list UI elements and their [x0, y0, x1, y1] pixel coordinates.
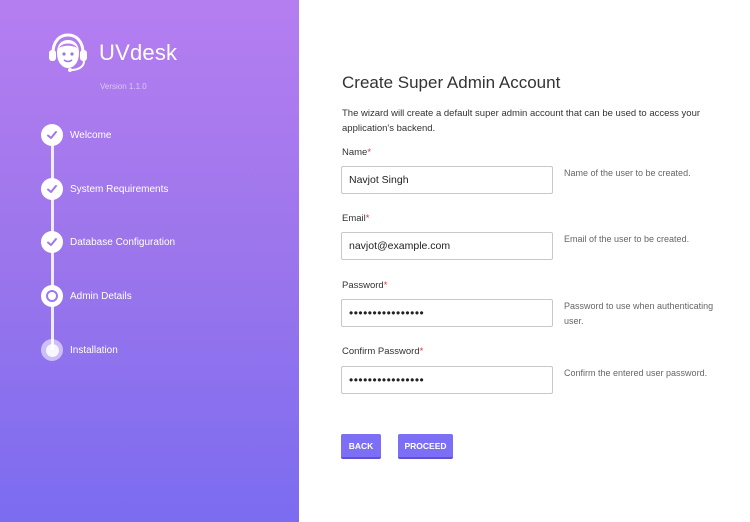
- step-system-requirements: System Requirements: [41, 178, 168, 200]
- name-hint: Name of the user to be created.: [564, 168, 691, 178]
- current-step-icon: [41, 285, 63, 307]
- confirm-password-field[interactable]: ••••••••••••••••: [341, 366, 553, 394]
- check-icon: [41, 231, 63, 253]
- page-title: Create Super Admin Account: [342, 73, 561, 92]
- step-database-configuration: Database Configuration: [41, 231, 175, 253]
- support-agent-logo-icon: [46, 33, 90, 73]
- main-panel: Create Super Admin Account The wizard wi…: [299, 0, 750, 522]
- password-hint: Password to use when authenticating user…: [564, 301, 714, 326]
- step-admin-details: Admin Details: [41, 285, 132, 307]
- required-mark: *: [419, 346, 424, 357]
- sidebar: UVdesk Version 1.1.0 Welcome System Requ…: [0, 0, 299, 522]
- password-label: Password*: [342, 280, 387, 291]
- proceed-button[interactable]: PROCEED: [398, 434, 453, 459]
- email-hint: Email of the user to be created.: [564, 234, 690, 244]
- version-label: Version 1.1.0: [100, 82, 147, 91]
- step-installation: Installation: [41, 339, 118, 361]
- name-field[interactable]: Navjot Singh: [341, 166, 553, 194]
- step-label: Database Configuration: [70, 236, 176, 248]
- step-label: System Requirements: [70, 183, 169, 195]
- page-description: The wizard will create a default super a…: [342, 108, 701, 134]
- password-label-text: Password: [342, 280, 384, 291]
- step-label: Installation: [70, 344, 118, 356]
- name-label: Name*: [342, 147, 371, 158]
- pending-step-icon: [41, 339, 63, 361]
- brand-name: UVdesk: [99, 40, 178, 65]
- step-label: Welcome: [70, 129, 112, 141]
- back-button[interactable]: BACK: [341, 434, 381, 459]
- email-label-text: Email: [342, 213, 366, 224]
- confirm-password-label-text: Confirm Password: [342, 346, 420, 357]
- name-label-text: Name: [342, 147, 368, 158]
- required-mark: *: [365, 213, 370, 224]
- email-field[interactable]: navjot@example.com: [341, 232, 553, 260]
- check-icon: [41, 178, 63, 200]
- email-label: Email*: [342, 213, 369, 224]
- confirm-password-label: Confirm Password*: [342, 346, 423, 357]
- brand: UVdesk: [46, 33, 177, 73]
- check-icon: [41, 124, 63, 146]
- confirm-password-hint: Confirm the entered user password.: [564, 368, 708, 378]
- password-field[interactable]: ••••••••••••••••: [341, 299, 553, 327]
- required-mark: *: [367, 147, 372, 158]
- required-mark: *: [383, 280, 388, 291]
- step-label: Admin Details: [70, 290, 132, 302]
- step-welcome: Welcome: [41, 124, 112, 146]
